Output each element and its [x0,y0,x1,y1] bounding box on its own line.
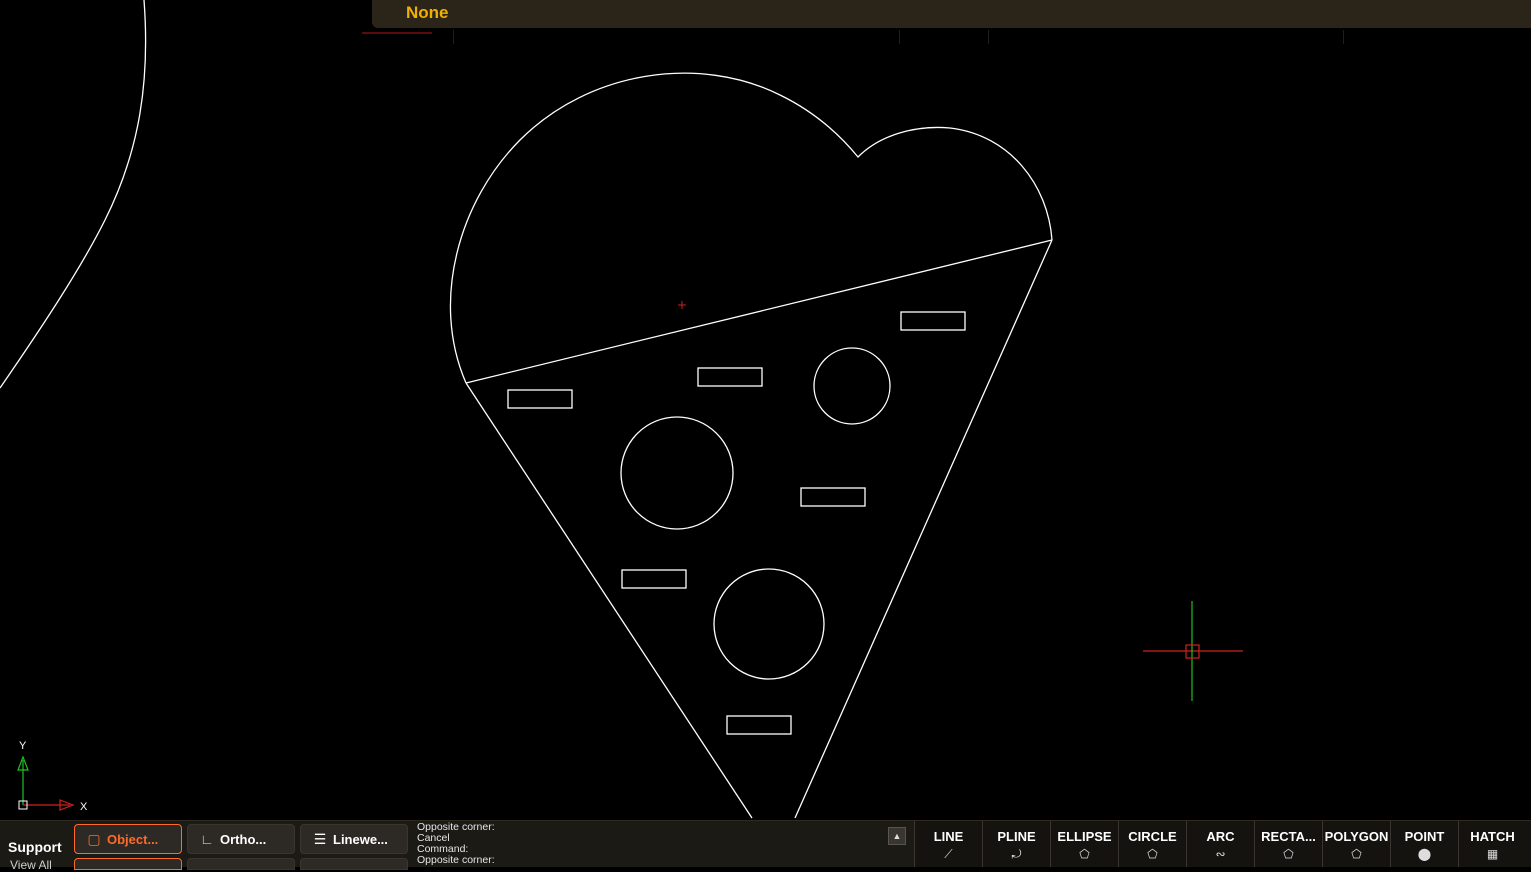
tool-label: POINT [1404,829,1445,844]
ucs-y-label: Y [19,740,27,752]
object-snap-toggle[interactable]: ▢ Object... [74,824,182,854]
rectangle-shape[interactable] [697,367,763,387]
lineweight-icon: ☰ [313,830,327,847]
ruler-tick [899,30,900,44]
tool-label: RECTA... [1261,829,1316,844]
ellipse-icon: ⬠ [1079,847,1090,861]
circle-shape[interactable] [713,568,825,680]
rectangle-shape[interactable] [507,389,573,409]
expand-command-button[interactable]: ▲ [888,827,906,845]
toggle-row2[interactable] [74,858,182,870]
tool-rectangle[interactable]: RECTA... ⬠ [1254,821,1322,867]
ucs-x-label: X [80,801,88,813]
heart-outline[interactable] [449,72,1053,384]
tool-line[interactable]: LINE ⟋ [914,821,982,867]
support-button[interactable]: Support View All [0,821,72,872]
tool-pline[interactable]: PLINE ⤾ [982,821,1050,867]
rectangle-shape[interactable] [621,569,687,589]
tool-label: HATCH [1470,829,1515,844]
ucs-icon [17,755,75,811]
command-log-line: Opposite corner: [417,854,495,866]
circle-shape[interactable] [620,416,734,530]
hatch-icon: ▦ [1486,847,1499,861]
ortho-label: Ortho... [220,831,267,847]
rectangle-shape[interactable] [900,311,966,331]
drawing-canvas[interactable]: Y X [0,0,1531,820]
command-log-line: Cancel [417,832,450,844]
polygon-icon: ⬠ [1351,847,1362,861]
cone-left-side[interactable] [465,382,753,819]
tool-label: LINE [933,829,964,844]
center-marker [678,301,686,309]
draw-tools: LINE ⟋ PLINE ⤾ ELLIPSE ⬠ CIRCLE ⬠ ARC ∾ … [914,821,1531,867]
layer-selector[interactable]: None [406,3,449,23]
tool-polygon[interactable]: POLYGON ⬠ [1322,821,1390,867]
tool-label: CIRCLE [1128,829,1177,844]
support-label: Support [8,839,62,855]
top-status-bar: None [372,0,1531,28]
rectangle-icon: ⬠ [1283,847,1294,861]
ruler-tick [453,30,454,44]
bottom-toolbar: Support View All ▢ Object... ∟ Ortho... … [0,820,1531,872]
tool-label: POLYGON [1324,829,1389,844]
command-log: Opposite corner: Cancel Command: Opposit… [417,822,877,866]
object-snap-icon: ▢ [87,830,101,847]
tool-ellipse[interactable]: ELLIPSE ⬠ [1050,821,1118,867]
tool-label: ELLIPSE [1057,829,1112,844]
ortho-toggle[interactable]: ∟ Ortho... [187,824,295,854]
rectangle-shape[interactable] [726,715,792,735]
tool-arc[interactable]: ARC ∾ [1186,821,1254,867]
view-all-label: View All [10,858,52,872]
toggle-row2[interactable] [187,858,295,870]
lineweight-toggle[interactable]: ☰ Linewe... [300,824,408,854]
tool-circle[interactable]: CIRCLE ⬠ [1118,821,1186,867]
cone-right-side[interactable] [794,239,1053,819]
arc-icon: ∾ [1215,847,1226,861]
command-log-line: Opposite corner: [417,821,495,833]
tool-hatch[interactable]: HATCH ▦ [1458,821,1526,867]
point-icon: ⬤ [1417,847,1432,861]
polyline-icon: ⤾ [1011,847,1022,861]
drawing-curve[interactable] [0,0,147,389]
rectangle-shape[interactable] [800,487,866,507]
ruler-tick [988,30,989,44]
ruler-tick [1343,30,1344,44]
lineweight-label: Linewe... [333,831,388,847]
toggle-row2[interactable] [300,858,408,870]
tool-point[interactable]: POINT ⬤ [1390,821,1458,867]
object-snap-label: Object... [107,831,159,847]
ortho-icon: ∟ [200,831,214,847]
circle-icon: ⬠ [1147,847,1158,861]
line-icon: ⟋ [944,847,953,861]
tool-label: PLINE [997,829,1036,844]
crosshair-cursor [1143,601,1243,701]
circle-shape[interactable] [813,347,891,425]
tool-label: ARC [1206,829,1235,844]
